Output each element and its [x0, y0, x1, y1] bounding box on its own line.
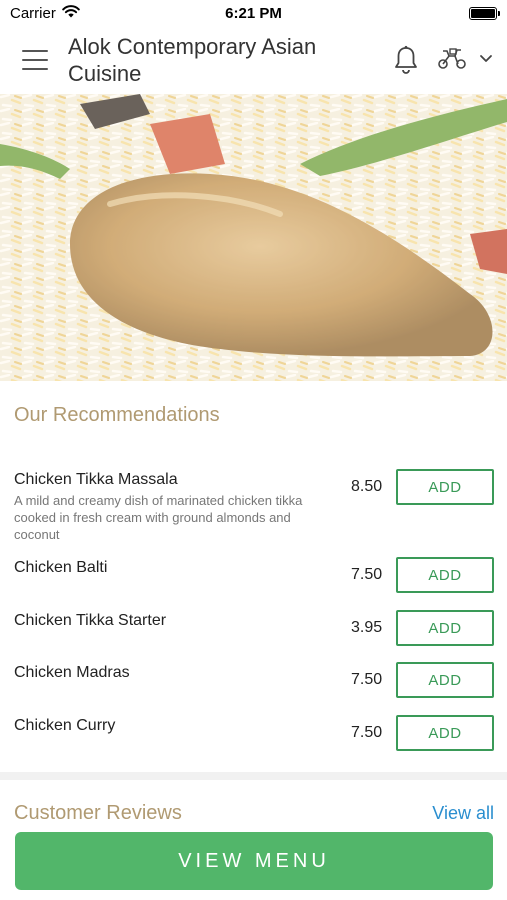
menu-item-name: Chicken Tikka Massala: [14, 471, 178, 488]
scooter-icon: [437, 46, 467, 75]
reviews-title: Customer Reviews: [14, 802, 182, 824]
view-all-link[interactable]: View all: [432, 803, 494, 824]
menu-item-name: Chicken Tikka Starter: [14, 612, 167, 629]
hero-image: [0, 94, 507, 381]
header-actions: [393, 45, 493, 75]
app-header: Alok Contemporary Asian Cuisine: [0, 26, 507, 94]
menu-item-description: A mild and creamy dish of marinated chic…: [14, 493, 303, 542]
chevron-down-icon: [479, 51, 493, 69]
add-button[interactable]: ADD: [396, 469, 494, 505]
menu-item-price: 7.50: [351, 566, 383, 583]
biryani-illustration: [0, 94, 507, 381]
restaurant-title: Alok Contemporary Asian Cuisine: [68, 34, 317, 86]
menu-item-price: 7.50: [351, 724, 383, 741]
add-button[interactable]: ADD: [396, 662, 494, 698]
add-button[interactable]: ADD: [396, 610, 494, 646]
menu-item-name: Chicken Balti: [14, 559, 108, 576]
status-left: Carrier: [10, 5, 80, 22]
menu-item-price: 3.95: [351, 619, 383, 636]
recommendations-title: Our Recommendations: [14, 404, 220, 426]
menu-item-price: 8.50: [351, 478, 383, 495]
menu-item-price: 7.50: [351, 671, 383, 688]
status-bar: Carrier 6:21 PM: [0, 0, 507, 26]
add-button[interactable]: ADD: [396, 557, 494, 593]
menu-icon[interactable]: [22, 50, 48, 70]
wifi-icon: [62, 4, 80, 22]
reviews-header: Customer Reviews View all: [14, 802, 494, 825]
delivery-selector[interactable]: [437, 46, 493, 75]
add-button[interactable]: ADD: [396, 715, 494, 751]
carrier-label: Carrier: [10, 4, 56, 22]
menu-item-name: Chicken Curry: [14, 717, 116, 734]
view-menu-button[interactable]: VIEW MENU: [15, 832, 493, 890]
battery-icon: [469, 6, 500, 20]
menu-item-name: Chicken Madras: [14, 664, 130, 681]
bell-icon[interactable]: [393, 45, 419, 75]
section-divider: [0, 772, 507, 780]
